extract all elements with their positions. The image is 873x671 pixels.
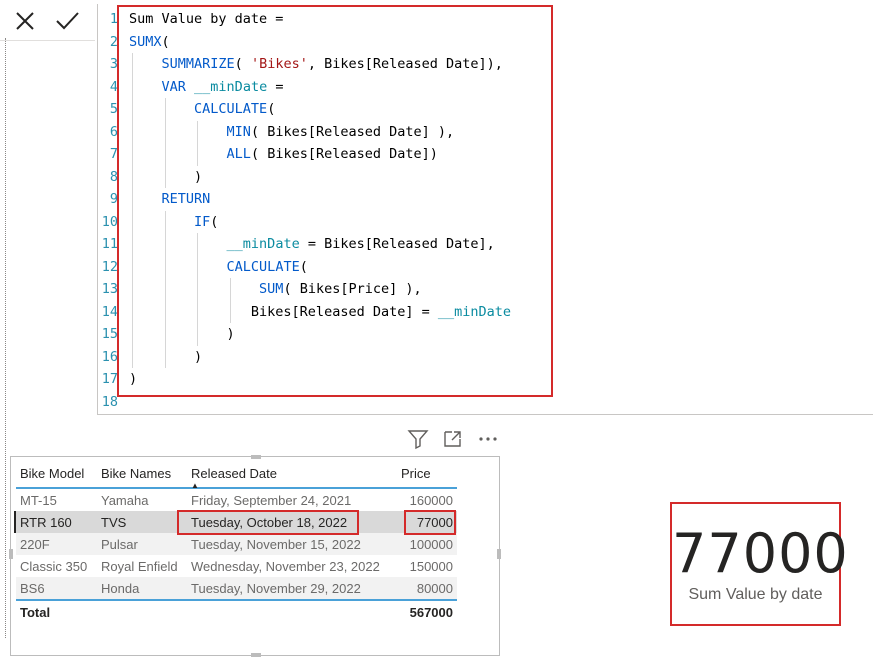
line-number: 2 — [109, 33, 118, 50]
card-value: 77000 — [672, 522, 849, 585]
table-row[interactable]: 220F Pulsar Tuesday, November 15, 2022 1… — [16, 533, 457, 555]
sort-ascending-icon: ▲ — [191, 481, 199, 490]
table-row[interactable]: BS6 Honda Tuesday, November 29, 2022 800… — [16, 577, 457, 600]
cell-released-date: Tuesday, November 15, 2022 — [187, 533, 397, 555]
total-value: 567000 — [397, 599, 457, 623]
price-highlight-box — [404, 510, 456, 535]
line-number: 13 — [101, 281, 118, 297]
cell-bike-model-text: RTR 160 — [20, 514, 72, 530]
selection-marker — [14, 511, 16, 533]
line-number: 1 — [109, 11, 118, 27]
cell-bike-name: Pulsar — [97, 533, 187, 555]
total-empty-cell — [187, 599, 397, 623]
resize-handle-right[interactable] — [497, 549, 501, 559]
table-row[interactable]: Classic 350 Royal Enfield Wednesday, Nov… — [16, 555, 457, 577]
cell-bike-name: Royal Enfield — [101, 558, 178, 574]
card-label: Sum Value by date — [688, 586, 823, 603]
cell-released-date: Friday, September 24, 2021 — [191, 492, 352, 508]
line-number: 17 — [101, 371, 118, 387]
canvas-edge-guide — [5, 38, 6, 638]
table-total-row: Total 567000 — [16, 599, 457, 623]
line-number: 10 — [101, 213, 118, 230]
cell-released-date: Wednesday, November 23, 2022 — [191, 558, 380, 574]
table-header-row: Bike Model Bike Names Released Date ▲ Pr… — [16, 459, 457, 491]
date-highlight-box — [177, 510, 359, 535]
line-number: 12 — [101, 258, 118, 275]
table-row[interactable]: MT-15 Yamaha Friday, September 24, 2021 … — [16, 488, 457, 511]
checkmark-icon — [56, 12, 79, 30]
cell-bike-model: 220F — [16, 533, 97, 555]
cell-price: 150000 — [409, 558, 453, 574]
line-number: 8 — [109, 168, 118, 185]
line-number: 16 — [101, 348, 118, 365]
cell-price: 160000 — [409, 492, 453, 508]
line-number: 7 — [109, 146, 118, 162]
line-number: 11 — [101, 236, 118, 252]
line-number: 18 — [101, 393, 118, 410]
bikes-table-visual[interactable]: Bike Model Bike Names Released Date ▲ Pr… — [9, 455, 501, 657]
cell-bike-name: Yamaha — [101, 492, 149, 508]
column-header-price[interactable]: Price — [397, 459, 457, 488]
resize-handle-bottom[interactable] — [251, 653, 261, 657]
total-label: Total — [16, 599, 97, 623]
cell-bike-model: RTR 160 — [14, 511, 97, 533]
focus-mode-icon[interactable] — [441, 428, 465, 450]
cell-bike-model: Classic 350 — [20, 558, 88, 574]
cancel-formula-button[interactable] — [10, 6, 40, 36]
column-header-released-date-label: Released Date — [191, 465, 277, 481]
cell-bike-name: TVS — [97, 511, 187, 533]
data-table: Bike Model Bike Names Released Date ▲ Pr… — [14, 459, 457, 623]
sum-value-card[interactable]: 77000 Sum Value by date — [670, 502, 849, 626]
filter-icon[interactable] — [406, 428, 430, 450]
cell-bike-name: Honda — [97, 577, 187, 600]
line-number: 9 — [109, 191, 118, 207]
total-empty-cell — [97, 599, 187, 623]
cell-released-date: Tuesday, November 29, 2022 — [187, 577, 397, 600]
cell-bike-model: MT-15 — [20, 492, 57, 508]
line-number: 5 — [109, 101, 118, 117]
formula-bar-controls — [0, 0, 95, 41]
line-number: 3 — [109, 56, 118, 72]
formula-highlight-box — [117, 5, 553, 397]
cell-bike-model: BS6 — [16, 577, 97, 600]
line-number-gutter: 1 2 3 4 5 6 7 8 9 10 11 12 13 14 15 16 17 18 — [98, 8, 118, 413]
column-header-released-date[interactable]: Released Date ▲ — [187, 459, 397, 491]
commit-formula-button[interactable] — [52, 6, 82, 36]
cell-price: 100000 — [397, 533, 457, 555]
line-number: 6 — [109, 123, 118, 140]
column-header-bike-model[interactable]: Bike Model — [16, 459, 97, 488]
visual-header — [406, 428, 500, 450]
more-options-icon[interactable] — [476, 428, 500, 450]
column-header-bike-names[interactable]: Bike Names — [97, 459, 187, 488]
line-number: 15 — [101, 326, 118, 342]
close-x-icon — [16, 12, 34, 30]
resize-handle-left[interactable] — [9, 549, 13, 559]
line-number: 4 — [109, 78, 118, 95]
line-number: 14 — [101, 303, 118, 320]
cell-price: 80000 — [397, 577, 457, 600]
